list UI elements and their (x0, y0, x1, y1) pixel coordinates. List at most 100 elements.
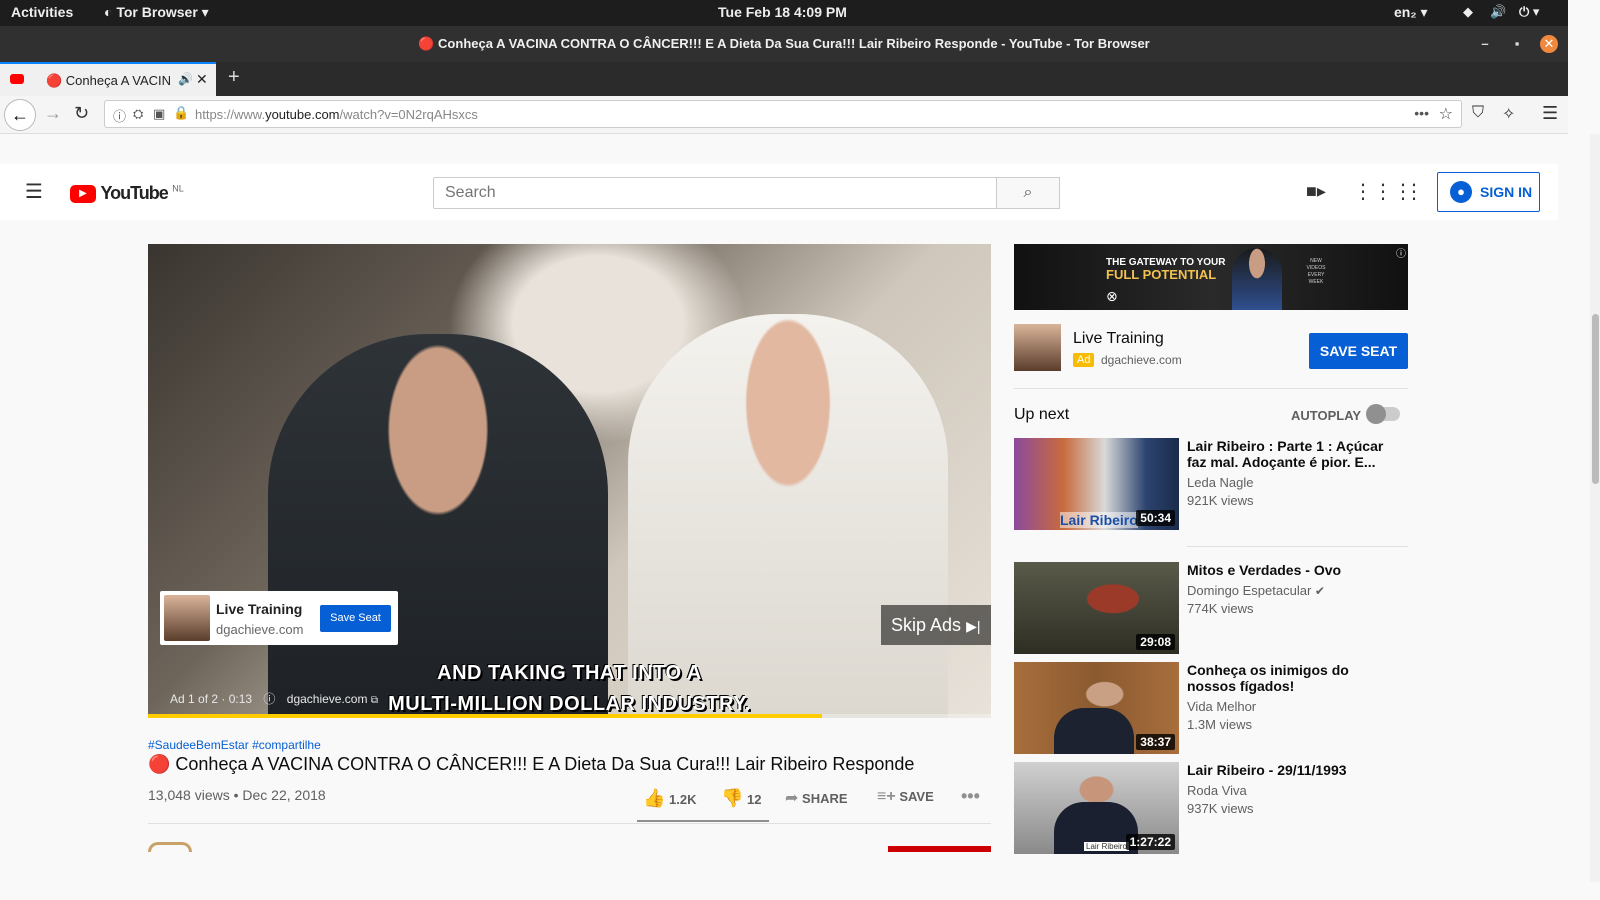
share-label: SHARE (802, 791, 848, 806)
upload-video-icon[interactable]: ■▸ (1306, 181, 1326, 202)
ad-card-domain: dgachieve.com (216, 622, 304, 637)
account-icon: ● (1450, 181, 1472, 203)
back-button[interactable]: ← (4, 99, 36, 131)
activities-button[interactable]: Activities (11, 4, 73, 20)
video-thumbnail[interactable]: 38:37 (1014, 662, 1179, 754)
video-duration: 50:34 (1136, 510, 1175, 526)
minimize-button[interactable]: – (1476, 35, 1494, 53)
up-next-item[interactable]: Lair Ribeiro 1:27:22 Lair Ribeiro - 29/1… (1014, 762, 1408, 854)
tor-circuit-icon[interactable]: ✧ (1502, 104, 1515, 124)
clock[interactable]: Tue Feb 18 4:09 PM (718, 4, 847, 20)
sign-in-button[interactable]: ● SIGN IN (1437, 172, 1540, 212)
menu-icon[interactable]: ☰ (1542, 103, 1558, 124)
wifi-icon[interactable]: ◆ (1463, 4, 1473, 20)
banner-ad[interactable]: THE GATEWAY TO YOUR FULL POTENTIAL ⊗ NEW… (1014, 244, 1408, 310)
caption-line-1: AND TAKING THAT INTO A (437, 662, 702, 684)
channel-name[interactable]: Leda Nagle (1187, 475, 1254, 490)
bookmark-star-icon[interactable]: ☆ (1439, 104, 1453, 124)
app-menu[interactable]: ◐ Tor Browser ▾ (104, 4, 209, 21)
lock-icon[interactable]: 🔒 (173, 105, 189, 121)
channel-name[interactable]: Domingo Espetacular ✔ (1187, 583, 1325, 598)
share-icon: ➦ (785, 790, 799, 807)
ad-choices-icon[interactable]: ⓘ (1396, 245, 1406, 260)
divider (1187, 546, 1408, 547)
video-player[interactable]: AND TAKING THAT INTO A MULTI-MILLION DOL… (148, 244, 991, 718)
up-next-item[interactable]: Lair Ribeiro 50:34 Lair Ribeiro : Parte … (1014, 438, 1408, 530)
view-count: 1.3M views (1187, 717, 1253, 732)
forward-button[interactable]: → (44, 103, 62, 124)
channel-name[interactable]: Roda Viva (1187, 783, 1247, 798)
thumbs-up-icon: 👍 (643, 788, 666, 808)
ad-link[interactable]: dgachieve.com (287, 692, 368, 706)
youtube-country-code: NL (172, 183, 184, 194)
settings-more-icon[interactable]: ⋮ (1404, 179, 1424, 204)
skip-ads-button[interactable]: Skip Ads ▶| (881, 605, 991, 645)
channel-avatar[interactable] (148, 842, 192, 852)
shield-icon[interactable]: ⛉ (1472, 104, 1484, 122)
video-person-left (268, 334, 608, 718)
video-title[interactable]: Conheça os inimigos do nossos fígados! (1187, 662, 1397, 694)
player-ad-card[interactable]: Live Training dgachieve.com Save Seat (160, 591, 398, 645)
tab-close-icon[interactable]: ✕ (196, 71, 208, 88)
video-hashtags[interactable]: #SaudeeBemEstar #compartilhe (148, 738, 321, 752)
view-count: 921K views (1187, 493, 1254, 508)
up-next-item[interactable]: 29:08 Mitos e Verdades - Ovo Domingo Esp… (1014, 562, 1408, 654)
ad-save-seat-button[interactable]: Save Seat (320, 605, 391, 632)
dislike-button[interactable]: 👎 12 (721, 788, 791, 809)
url-bar[interactable]: ⓘ ⛭ ▣ 🔒 https://www.youtube.com/watch?v=… (104, 100, 1462, 128)
close-window-button[interactable]: ✕ (1540, 35, 1558, 53)
ad-info-icon[interactable]: ⓘ (263, 692, 275, 706)
ad-info: Ad 1 of 2 · 0:13 ⓘ dgachieve.com ⧉ (170, 690, 378, 707)
up-next-item[interactable]: 38:37 Conheça os inimigos do nossos fíga… (1014, 662, 1408, 754)
banner-text-2: FULL POTENTIAL (1106, 267, 1217, 282)
more-actions-icon[interactable]: ••• (961, 786, 980, 807)
playlist-add-icon: ≡+ (877, 788, 896, 805)
tab-title: 🔴 Conheça A VACINA CONTRA O CÂNCER (46, 73, 170, 88)
video-thumbnail[interactable]: Lair Ribeiro 1:27:22 (1014, 762, 1179, 854)
youtube-page: ☰ ▶ YouTube NL ⌕ ■▸ ⋮⋮⋮ ⋮ ● SIGN IN AND … (0, 134, 1568, 882)
youtube-logo[interactable]: ▶ YouTube NL (70, 183, 184, 204)
save-button[interactable]: ≡+ SAVE (877, 788, 957, 806)
video-thumbnail[interactable]: Lair Ribeiro 50:34 (1014, 438, 1179, 530)
channel-name[interactable]: Vida Melhor (1187, 699, 1256, 714)
site-info-icon[interactable]: ⓘ (113, 106, 126, 125)
maximize-button[interactable]: ▪ (1508, 35, 1526, 53)
audio-playing-icon[interactable]: 🔊 (178, 72, 193, 86)
companion-save-seat-button[interactable]: SAVE SEAT (1309, 333, 1408, 369)
scrollbar-thumb[interactable] (1592, 314, 1599, 484)
video-thumbnail[interactable]: 29:08 (1014, 562, 1179, 654)
save-label: SAVE (899, 789, 934, 804)
like-button[interactable]: 👍 1.2K (643, 788, 733, 809)
page-scrollbar[interactable] (1590, 134, 1600, 882)
banner-side-text: NEW VIDEOS EVERY WEEK (1306, 258, 1326, 285)
video-title[interactable]: Lair Ribeiro : Parte 1 : Açúcar faz mal.… (1187, 438, 1397, 470)
share-button[interactable]: ➦ SHARE (785, 788, 875, 808)
subscribe-button[interactable] (888, 846, 991, 852)
youtube-header: ☰ ▶ YouTube NL ⌕ ■▸ ⋮⋮⋮ ⋮ ● SIGN IN (0, 164, 1558, 220)
sentiment-bar (637, 820, 769, 822)
ad-progress-fill (148, 714, 823, 718)
video-title[interactable]: Mitos e Verdades - Ovo (1187, 562, 1397, 578)
external-link-icon: ⧉ (370, 695, 378, 706)
banner-logo-icon: ⊗ (1106, 288, 1118, 304)
language-indicator[interactable]: en₂ ▾ (1394, 4, 1427, 21)
page-actions-icon[interactable]: ••• (1414, 105, 1429, 121)
power-icon[interactable]: ⏻ ▾ (1519, 4, 1539, 20)
video-title[interactable]: Lair Ribeiro - 29/11/1993 (1187, 762, 1397, 778)
reload-button[interactable]: ↻ (74, 103, 89, 124)
volume-icon[interactable]: 🔊 (1490, 4, 1506, 20)
new-tab-button[interactable]: + (228, 66, 240, 89)
channel-name-label: Domingo Espetacular (1187, 583, 1312, 598)
autoplay-toggle[interactable] (1366, 404, 1400, 424)
search-input[interactable] (433, 177, 997, 209)
youtube-logo-text: YouTube (100, 183, 168, 203)
hamburger-menu-icon[interactable]: ☰ (25, 179, 43, 204)
video-duration: 29:08 (1136, 634, 1175, 650)
permissions-icon[interactable]: ⛭ (133, 106, 143, 122)
search-button[interactable]: ⌕ (996, 177, 1060, 209)
ad-progress-bar[interactable] (148, 714, 991, 718)
tab-youtube[interactable]: 🔴 Conheça A VACINA CONTRA O CÂNCER 🔊 ✕ (0, 62, 216, 96)
image-icon[interactable]: ▣ (153, 106, 165, 122)
ad-counter: Ad 1 of 2 · 0:13 (170, 692, 253, 706)
thumbs-down-icon: 👎 (721, 788, 744, 808)
